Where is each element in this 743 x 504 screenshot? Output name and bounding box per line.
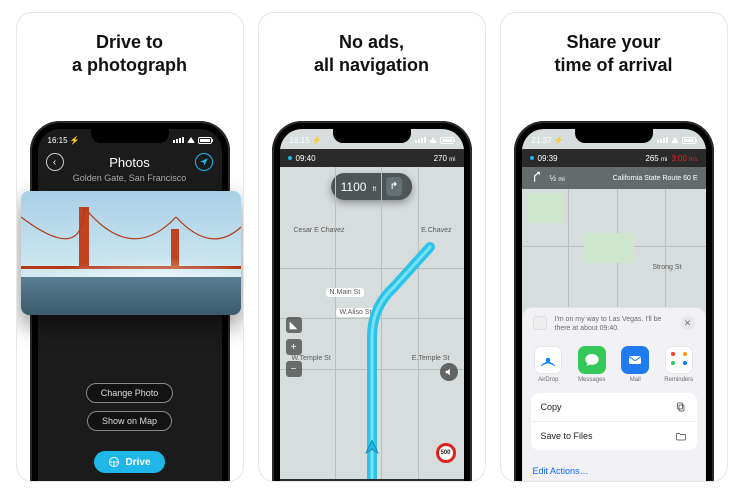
toggle-3d-button[interactable]: ◣ <box>286 317 302 333</box>
card-title: Drive to a photograph <box>62 13 197 76</box>
share-actions-list: Copy Save to Files <box>531 393 697 450</box>
status-indicators <box>657 137 696 144</box>
hud-arrival-time: 09:39 <box>538 154 558 163</box>
gps-dot-icon <box>530 156 534 160</box>
action-label: Save to Files <box>541 431 593 441</box>
signal-icon <box>657 137 668 143</box>
status-indicators <box>415 137 454 144</box>
map-controls: ◣ + − <box>286 317 302 377</box>
show-on-map-button[interactable]: Show on Map <box>87 411 172 431</box>
airdrop-icon <box>534 346 562 374</box>
wifi-icon <box>671 137 679 143</box>
instruction-bar: ½ mi California State Route 60 E <box>522 167 706 189</box>
reminders-icon <box>665 346 693 374</box>
park-area <box>528 193 564 223</box>
status-indicators <box>173 137 212 144</box>
share-app-label: Mail <box>630 377 641 383</box>
hud-arrival-time: 09:40 <box>296 154 316 163</box>
notch <box>91 129 169 143</box>
recenter-button[interactable] <box>195 153 213 171</box>
merge-right-icon <box>530 170 544 186</box>
share-apps-row: AirDrop Messages Mail <box>523 342 705 393</box>
share-reminders[interactable]: Reminders <box>659 346 699 383</box>
zoom-out-button[interactable]: − <box>286 361 302 377</box>
location-arrow-icon <box>199 157 209 167</box>
share-thumbnail <box>533 316 547 330</box>
copy-action[interactable]: Copy <box>531 393 697 422</box>
notch <box>575 129 653 143</box>
status-time: 16:15 ⚡ <box>48 136 80 145</box>
wifi-icon <box>187 137 195 143</box>
bottom-info-bar: ≡ april 25 12 mph N.Main St › ✕ <box>280 479 464 482</box>
share-airdrop[interactable]: AirDrop <box>528 346 568 383</box>
hud-delay: 3:00 <box>671 154 687 163</box>
status-time: 21:37 ⚡ <box>532 136 564 145</box>
battery-icon <box>440 137 454 144</box>
nav-hud: 09:40 270 mi <box>280 149 464 167</box>
card-title: No ads, all navigation <box>304 13 439 76</box>
nav-header: ‹ Photos <box>38 149 222 175</box>
phone-frame: 16:15 ⚡ 09:40 270 mi 1100 ft <box>272 121 472 482</box>
battery-icon <box>682 137 696 144</box>
selected-photograph[interactable] <box>21 191 241 315</box>
save-to-files-action[interactable]: Save to Files <box>531 422 697 450</box>
promo-card-no-ads: No ads, all navigation 16:15 ⚡ 09:40 270… <box>258 12 486 482</box>
instruction-distance: ½ <box>550 174 557 183</box>
mail-icon <box>621 346 649 374</box>
photo-location-label: Golden Gate, San Francisco <box>38 173 222 183</box>
speaker-icon <box>444 367 454 377</box>
hud-remaining-distance: 270 <box>434 154 447 163</box>
drive-button[interactable]: Drive <box>94 451 164 473</box>
signal-icon <box>173 137 184 143</box>
map-view[interactable]: Cesar E Chavez E.Chavez N.Main St W.Alis… <box>280 167 464 482</box>
gps-dot-icon <box>288 156 292 160</box>
edit-actions-link[interactable]: Edit Actions… <box>523 458 705 483</box>
nav-hud: 09:39 265 mi 3:00 hrs <box>522 149 706 167</box>
share-app-label: Messages <box>578 377 605 383</box>
share-app-label: Reminders <box>664 377 693 383</box>
card-title: Share your time of arrival <box>544 13 682 76</box>
promo-card-share-eta: Share your time of arrival 21:37 ⚡ 09:39… <box>500 12 728 482</box>
folder-icon <box>675 430 687 442</box>
back-button[interactable]: ‹ <box>46 153 64 171</box>
park-area <box>584 233 634 263</box>
share-app-label: AirDrop <box>538 377 558 383</box>
route-line <box>280 167 464 482</box>
status-time: 16:15 ⚡ <box>290 136 322 145</box>
notch <box>333 129 411 143</box>
action-label: Copy <box>541 402 562 412</box>
phone-screen: 21:37 ⚡ 09:39 265 mi 3:00 hrs ½ mi Calif… <box>522 129 706 482</box>
phone-frame: 21:37 ⚡ 09:39 265 mi 3:00 hrs ½ mi Calif… <box>514 121 714 482</box>
screen-title: Photos <box>109 155 149 170</box>
share-sheet: I'm on my way to Las Vegas. I'll be ther… <box>522 307 706 482</box>
instruction-road: California State Route 60 E <box>613 175 698 182</box>
speed-limit-sign: 500 <box>436 443 456 463</box>
hud-remaining-distance: 265 <box>645 154 658 163</box>
hud-distance-unit: mi <box>449 157 455 163</box>
messages-icon <box>578 346 606 374</box>
promo-card-drive-to-photo: Drive to a photograph 16:15 ⚡ ‹ Photos G… <box>16 12 244 482</box>
vehicle-chevron-icon <box>363 438 381 461</box>
street-label: Strong St <box>652 264 681 271</box>
close-sheet-button[interactable]: ✕ <box>681 316 695 330</box>
battery-icon <box>198 137 212 144</box>
share-mail[interactable]: Mail <box>615 346 655 383</box>
share-message-text: I'm on my way to Las Vegas. I'll be ther… <box>555 316 673 334</box>
signal-icon <box>415 137 426 143</box>
steering-wheel-icon <box>108 456 120 468</box>
change-photo-button[interactable]: Change Photo <box>86 383 174 403</box>
phone-screen: 16:15 ⚡ 09:40 270 mi 1100 ft <box>280 129 464 482</box>
zoom-in-button[interactable]: + <box>286 339 302 355</box>
water <box>21 277 241 315</box>
wifi-icon <box>429 137 437 143</box>
voice-toggle-button[interactable] <box>440 363 458 381</box>
copy-icon <box>675 401 687 413</box>
drive-button-label: Drive <box>125 457 150 468</box>
share-messages[interactable]: Messages <box>572 346 612 383</box>
